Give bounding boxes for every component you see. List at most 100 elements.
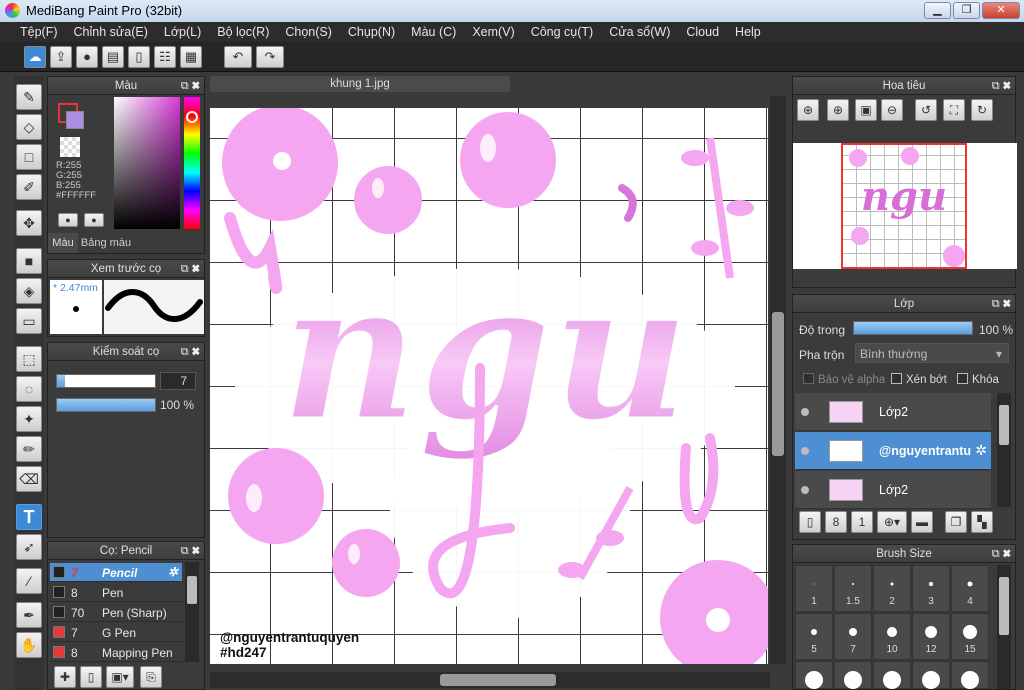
- undo-icon[interactable]: ↶: [224, 46, 252, 68]
- brush-size-cell[interactable]: 5: [795, 613, 833, 660]
- layer-row[interactable]: Lớp2: [795, 393, 991, 431]
- brush-size-cell[interactable]: 1.5: [834, 565, 872, 612]
- scrollbar-thumb[interactable]: [187, 576, 197, 604]
- menu-filter[interactable]: Bộ lọc(R): [209, 22, 277, 42]
- menu-help[interactable]: Help: [727, 22, 769, 42]
- add-brush-icon[interactable]: ✚: [54, 666, 76, 688]
- brush-size-scrollbar[interactable]: [997, 565, 1011, 689]
- menu-snap[interactable]: Chụp(N): [340, 22, 403, 42]
- layer-list-scrollbar[interactable]: [997, 393, 1011, 507]
- brush-list-item[interactable]: 70 Pen (Sharp): [50, 603, 182, 622]
- vertical-scroll-thumb[interactable]: [772, 312, 784, 456]
- redo-icon[interactable]: ↷: [256, 46, 284, 68]
- navigator-viewport[interactable]: ngu: [841, 143, 967, 269]
- brush-size-cell[interactable]: 12: [912, 613, 950, 660]
- pen-select-tool-icon[interactable]: ✒: [16, 602, 42, 628]
- hue-slider[interactable]: [184, 97, 200, 229]
- brush-size-cell[interactable]: 2: [873, 565, 911, 612]
- menu-color[interactable]: Màu (C): [403, 22, 464, 42]
- layer-opacity-slider[interactable]: [853, 321, 973, 335]
- eyedropper-tool-icon[interactable]: ⁄: [16, 568, 42, 594]
- select-eraser-tool-icon[interactable]: ⌫: [16, 466, 42, 492]
- brush-settings-icon[interactable]: ⎘: [140, 666, 162, 688]
- transparent-swatch[interactable]: [60, 137, 80, 157]
- panel-controls-icon[interactable]: ⧉ ✖: [181, 542, 200, 560]
- menu-file[interactable]: Tệp(F): [0, 22, 66, 42]
- select-pen-tool-icon[interactable]: ✐: [16, 174, 42, 200]
- scrollbar-thumb[interactable]: [999, 405, 1009, 445]
- fullscreen-icon[interactable]: ⛶: [943, 99, 965, 121]
- duplicate-layer-icon[interactable]: ❐: [945, 511, 967, 533]
- visibility-icon[interactable]: [801, 486, 809, 494]
- brush-list-scrollbar[interactable]: [185, 562, 199, 662]
- scrollbar-thumb[interactable]: [999, 577, 1009, 635]
- rotate-right-icon[interactable]: ↻: [971, 99, 993, 121]
- gear-icon[interactable]: ✲: [168, 565, 178, 579]
- brush-size-cell[interactable]: [951, 661, 989, 689]
- horizontal-scroll-thumb[interactable]: [440, 674, 556, 686]
- gradient-tool-icon[interactable]: ▭: [16, 308, 42, 334]
- menu-view[interactable]: Xem(V): [464, 22, 522, 42]
- cloud-icon[interactable]: ☁: [24, 46, 46, 68]
- upload-icon[interactable]: ⇪: [50, 46, 72, 68]
- panel-controls-icon[interactable]: ⧉ ✖: [181, 343, 200, 361]
- zoom-in-icon[interactable]: ⊕: [827, 99, 849, 121]
- drawing-canvas[interactable]: ngu @nguyentrantuquyen #hd247: [210, 108, 768, 664]
- text-tool-icon[interactable]: T: [16, 504, 42, 530]
- select-brush-tool-icon[interactable]: ✏: [16, 436, 42, 462]
- layout-icon[interactable]: ▦: [180, 46, 202, 68]
- new-layer-icon[interactable]: ▯: [799, 511, 821, 533]
- zoom-in-icon[interactable]: ⊕: [797, 99, 819, 121]
- tab-color[interactable]: Màu: [48, 233, 78, 253]
- brush-list-item[interactable]: 7 G Pen: [50, 623, 182, 642]
- chat-icon[interactable]: ▤: [102, 46, 124, 68]
- move-tool-icon[interactable]: ✥: [16, 210, 42, 236]
- panel-controls-icon[interactable]: ⧉ ✖: [181, 77, 200, 95]
- brush-size-cell[interactable]: [912, 661, 950, 689]
- brush-size-cell[interactable]: 3: [912, 565, 950, 612]
- panel-controls-icon[interactable]: ⧉ ✖: [992, 545, 1011, 563]
- brush-size-cell[interactable]: [834, 661, 872, 689]
- restore-button[interactable]: ❐: [953, 2, 980, 19]
- fit-screen-icon[interactable]: ▣: [855, 99, 877, 121]
- brush-size-cell[interactable]: [873, 661, 911, 689]
- close-window-button[interactable]: ✕: [982, 2, 1020, 19]
- new-1bit-layer-icon[interactable]: 1: [851, 511, 873, 533]
- gear-icon[interactable]: ✲: [975, 442, 987, 459]
- new-8bit-layer-icon[interactable]: 8: [825, 511, 847, 533]
- layer-settings-icon[interactable]: ▚: [971, 511, 993, 533]
- blend-mode-select[interactable]: Bình thường ▾: [855, 343, 1009, 363]
- brush-list-item[interactable]: 7 Pencil ✲: [50, 563, 182, 582]
- palette-add-icon[interactable]: ●: [58, 213, 78, 227]
- clipping-checkbox[interactable]: Xén bớt: [891, 373, 947, 386]
- canvas-horizontal-scrollbar[interactable]: [210, 672, 770, 688]
- protect-alpha-checkbox[interactable]: Bảo vệ alpha: [803, 373, 885, 386]
- menu-edit[interactable]: Chỉnh sửa(E): [66, 22, 156, 42]
- pages-icon[interactable]: ☷: [154, 46, 176, 68]
- navigator-preview[interactable]: ngu: [793, 143, 1017, 269]
- secondary-color-swatch[interactable]: [66, 111, 84, 129]
- rotate-left-icon[interactable]: ↺: [915, 99, 937, 121]
- lock-checkbox[interactable]: Khóa: [957, 373, 999, 386]
- menu-window[interactable]: Cửa sổ(W): [601, 22, 678, 42]
- layer-row[interactable]: Lớp2: [795, 471, 991, 509]
- lasso-tool-icon[interactable]: ◌: [16, 376, 42, 402]
- minimize-button[interactable]: ▁: [924, 2, 951, 19]
- comment-icon[interactable]: ●: [76, 46, 98, 68]
- menu-select[interactable]: Chọn(S): [277, 22, 340, 42]
- canvas-vertical-scrollbar[interactable]: [770, 96, 786, 664]
- hue-handle[interactable]: [186, 111, 198, 123]
- saturation-value-picker[interactable]: [114, 97, 180, 229]
- brush-list-item[interactable]: 8 Mapping Pen: [50, 643, 182, 662]
- panel-controls-icon[interactable]: ⧉ ✖: [181, 260, 200, 278]
- fill-rect-tool-icon[interactable]: ■: [16, 248, 42, 274]
- operation-tool-icon[interactable]: ➶: [16, 534, 42, 560]
- rectangle-tool-icon[interactable]: □: [16, 144, 42, 170]
- document-tab[interactable]: khung 1.jpg: [210, 76, 510, 92]
- panel-controls-icon[interactable]: ⧉ ✖: [992, 295, 1011, 313]
- add-layer-menu-icon[interactable]: ⊕▾: [877, 511, 907, 533]
- brush-opacity-slider[interactable]: [56, 398, 156, 412]
- hand-tool-icon[interactable]: ✋: [16, 632, 42, 658]
- zoom-out-icon[interactable]: ⊖: [881, 99, 903, 121]
- brush-size-cell[interactable]: 15: [951, 613, 989, 660]
